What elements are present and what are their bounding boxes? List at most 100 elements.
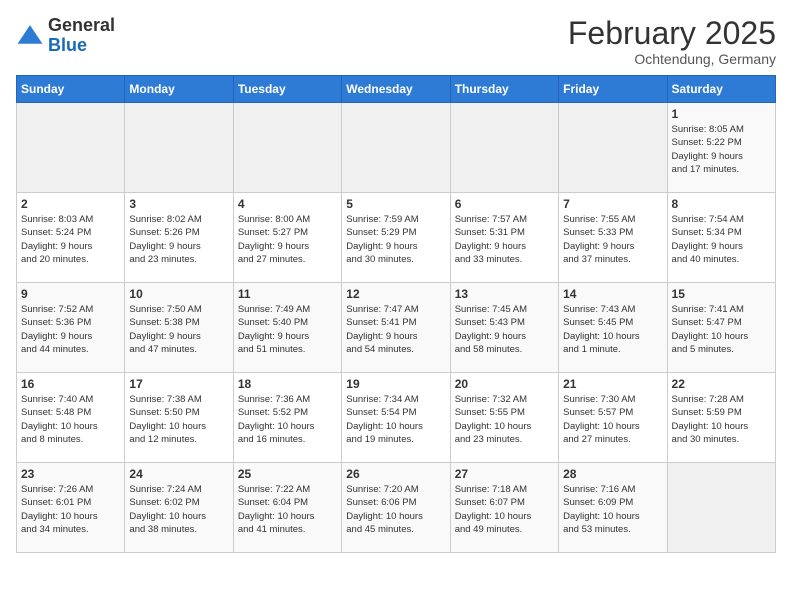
calendar-cell: 27 Sunrise: 7:18 AM Sunset: 6:07 PM Dayli… bbox=[450, 463, 558, 553]
calendar-cell: 28 Sunrise: 7:16 AM Sunset: 6:09 PM Dayli… bbox=[559, 463, 667, 553]
calendar-cell: 19 Sunrise: 7:34 AM Sunset: 5:54 PM Dayli… bbox=[342, 373, 450, 463]
logo-blue: Blue bbox=[48, 36, 115, 56]
day-number: 28 bbox=[563, 467, 662, 481]
calendar-cell: 3 Sunrise: 8:02 AM Sunset: 5:26 PM Daylig… bbox=[125, 193, 233, 283]
calendar-cell: 11 Sunrise: 7:49 AM Sunset: 5:40 PM Dayli… bbox=[233, 283, 341, 373]
calendar-cell bbox=[233, 103, 341, 193]
calendar-cell: 8 Sunrise: 7:54 AM Sunset: 5:34 PM Daylig… bbox=[667, 193, 775, 283]
calendar-cell: 6Sunrise: 7:57 AM Sunset: 5:31 PM Daylig… bbox=[450, 193, 558, 283]
week-row-5: 23 Sunrise: 7:26 AM Sunset: 6:01 PM Dayli… bbox=[17, 463, 776, 553]
calendar-cell: 16Sunrise: 7:40 AM Sunset: 5:48 PM Dayli… bbox=[17, 373, 125, 463]
day-number: 2 bbox=[21, 197, 120, 211]
day-info: Sunrise: 7:30 AM Sunset: 5:57 PM Dayligh… bbox=[563, 393, 662, 446]
day-info: Sunrise: 8:02 AM Sunset: 5:26 PM Dayligh… bbox=[129, 213, 228, 266]
calendar-cell bbox=[17, 103, 125, 193]
calendar-cell: 26 Sunrise: 7:20 AM Sunset: 6:06 PM Dayli… bbox=[342, 463, 450, 553]
weekday-header-thursday: Thursday bbox=[450, 76, 558, 103]
calendar-cell: 1 Sunrise: 8:05 AM Sunset: 5:22 PM Daylig… bbox=[667, 103, 775, 193]
page-header: General Blue February 2025 Ochtendung, G… bbox=[16, 16, 776, 67]
day-number: 3 bbox=[129, 197, 228, 211]
day-info: Sunrise: 7:52 AM Sunset: 5:36 PM Dayligh… bbox=[21, 303, 120, 356]
calendar-cell: 18Sunrise: 7:36 AM Sunset: 5:52 PM Dayli… bbox=[233, 373, 341, 463]
weekday-header-row: SundayMondayTuesdayWednesdayThursdayFrid… bbox=[17, 76, 776, 103]
day-info: Sunrise: 7:45 AM Sunset: 5:43 PM Dayligh… bbox=[455, 303, 554, 356]
week-row-4: 16Sunrise: 7:40 AM Sunset: 5:48 PM Dayli… bbox=[17, 373, 776, 463]
day-info: Sunrise: 7:54 AM Sunset: 5:34 PM Dayligh… bbox=[672, 213, 771, 266]
calendar-cell bbox=[559, 103, 667, 193]
weekday-header-saturday: Saturday bbox=[667, 76, 775, 103]
logo-general: General bbox=[48, 16, 115, 36]
day-number: 26 bbox=[346, 467, 445, 481]
logo-text: General Blue bbox=[48, 16, 115, 56]
calendar-cell: 17 Sunrise: 7:38 AM Sunset: 5:50 PM Dayli… bbox=[125, 373, 233, 463]
day-info: Sunrise: 7:40 AM Sunset: 5:48 PM Dayligh… bbox=[21, 393, 120, 446]
calendar-cell: 14Sunrise: 7:43 AM Sunset: 5:45 PM Dayli… bbox=[559, 283, 667, 373]
calendar-cell: 24 Sunrise: 7:24 AM Sunset: 6:02 PM Dayli… bbox=[125, 463, 233, 553]
day-info: Sunrise: 7:49 AM Sunset: 5:40 PM Dayligh… bbox=[238, 303, 337, 356]
day-number: 24 bbox=[129, 467, 228, 481]
day-info: Sunrise: 8:00 AM Sunset: 5:27 PM Dayligh… bbox=[238, 213, 337, 266]
day-info: Sunrise: 7:38 AM Sunset: 5:50 PM Dayligh… bbox=[129, 393, 228, 446]
day-number: 7 bbox=[563, 197, 662, 211]
weekday-header-tuesday: Tuesday bbox=[233, 76, 341, 103]
day-info: Sunrise: 7:34 AM Sunset: 5:54 PM Dayligh… bbox=[346, 393, 445, 446]
day-info: Sunrise: 7:59 AM Sunset: 5:29 PM Dayligh… bbox=[346, 213, 445, 266]
week-row-1: 1 Sunrise: 8:05 AM Sunset: 5:22 PM Daylig… bbox=[17, 103, 776, 193]
day-info: Sunrise: 7:47 AM Sunset: 5:41 PM Dayligh… bbox=[346, 303, 445, 356]
calendar-cell: 5 Sunrise: 7:59 AM Sunset: 5:29 PM Daylig… bbox=[342, 193, 450, 283]
weekday-header-monday: Monday bbox=[125, 76, 233, 103]
calendar-cell: 2 Sunrise: 8:03 AM Sunset: 5:24 PM Daylig… bbox=[17, 193, 125, 283]
day-number: 25 bbox=[238, 467, 337, 481]
calendar-cell: 23 Sunrise: 7:26 AM Sunset: 6:01 PM Dayli… bbox=[17, 463, 125, 553]
day-number: 20 bbox=[455, 377, 554, 391]
logo-icon bbox=[16, 22, 44, 50]
day-info: Sunrise: 7:55 AM Sunset: 5:33 PM Dayligh… bbox=[563, 213, 662, 266]
calendar-cell bbox=[342, 103, 450, 193]
calendar-cell: 13 Sunrise: 7:45 AM Sunset: 5:43 PM Dayli… bbox=[450, 283, 558, 373]
day-info: Sunrise: 8:05 AM Sunset: 5:22 PM Dayligh… bbox=[672, 123, 771, 176]
calendar-cell: 10 Sunrise: 7:50 AM Sunset: 5:38 PM Dayli… bbox=[125, 283, 233, 373]
calendar-cell bbox=[450, 103, 558, 193]
day-number: 15 bbox=[672, 287, 771, 301]
day-info: Sunrise: 7:18 AM Sunset: 6:07 PM Dayligh… bbox=[455, 483, 554, 536]
month-title: February 2025 bbox=[568, 16, 776, 51]
day-number: 9 bbox=[21, 287, 120, 301]
calendar-cell: 15Sunrise: 7:41 AM Sunset: 5:47 PM Dayli… bbox=[667, 283, 775, 373]
week-row-3: 9 Sunrise: 7:52 AM Sunset: 5:36 PM Daylig… bbox=[17, 283, 776, 373]
day-info: Sunrise: 7:50 AM Sunset: 5:38 PM Dayligh… bbox=[129, 303, 228, 356]
day-number: 4 bbox=[238, 197, 337, 211]
calendar-cell bbox=[667, 463, 775, 553]
day-info: Sunrise: 7:28 AM Sunset: 5:59 PM Dayligh… bbox=[672, 393, 771, 446]
day-number: 5 bbox=[346, 197, 445, 211]
day-info: Sunrise: 7:16 AM Sunset: 6:09 PM Dayligh… bbox=[563, 483, 662, 536]
location-title: Ochtendung, Germany bbox=[568, 51, 776, 67]
calendar-cell bbox=[125, 103, 233, 193]
day-number: 17 bbox=[129, 377, 228, 391]
day-number: 23 bbox=[21, 467, 120, 481]
calendar-cell: 21Sunrise: 7:30 AM Sunset: 5:57 PM Dayli… bbox=[559, 373, 667, 463]
day-number: 22 bbox=[672, 377, 771, 391]
day-number: 8 bbox=[672, 197, 771, 211]
day-number: 13 bbox=[455, 287, 554, 301]
day-number: 11 bbox=[238, 287, 337, 301]
day-info: Sunrise: 7:43 AM Sunset: 5:45 PM Dayligh… bbox=[563, 303, 662, 356]
weekday-header-friday: Friday bbox=[559, 76, 667, 103]
day-number: 12 bbox=[346, 287, 445, 301]
week-row-2: 2 Sunrise: 8:03 AM Sunset: 5:24 PM Daylig… bbox=[17, 193, 776, 283]
day-info: Sunrise: 7:20 AM Sunset: 6:06 PM Dayligh… bbox=[346, 483, 445, 536]
day-info: Sunrise: 8:03 AM Sunset: 5:24 PM Dayligh… bbox=[21, 213, 120, 266]
day-info: Sunrise: 7:36 AM Sunset: 5:52 PM Dayligh… bbox=[238, 393, 337, 446]
day-number: 1 bbox=[672, 107, 771, 121]
calendar-cell: 25Sunrise: 7:22 AM Sunset: 6:04 PM Dayli… bbox=[233, 463, 341, 553]
calendar-cell: 9 Sunrise: 7:52 AM Sunset: 5:36 PM Daylig… bbox=[17, 283, 125, 373]
day-info: Sunrise: 7:24 AM Sunset: 6:02 PM Dayligh… bbox=[129, 483, 228, 536]
calendar-cell: 12 Sunrise: 7:47 AM Sunset: 5:41 PM Dayli… bbox=[342, 283, 450, 373]
day-number: 27 bbox=[455, 467, 554, 481]
day-info: Sunrise: 7:26 AM Sunset: 6:01 PM Dayligh… bbox=[21, 483, 120, 536]
day-number: 19 bbox=[346, 377, 445, 391]
logo: General Blue bbox=[16, 16, 115, 56]
day-number: 10 bbox=[129, 287, 228, 301]
day-info: Sunrise: 7:57 AM Sunset: 5:31 PM Dayligh… bbox=[455, 213, 554, 266]
calendar-cell: 4 Sunrise: 8:00 AM Sunset: 5:27 PM Daylig… bbox=[233, 193, 341, 283]
weekday-header-wednesday: Wednesday bbox=[342, 76, 450, 103]
